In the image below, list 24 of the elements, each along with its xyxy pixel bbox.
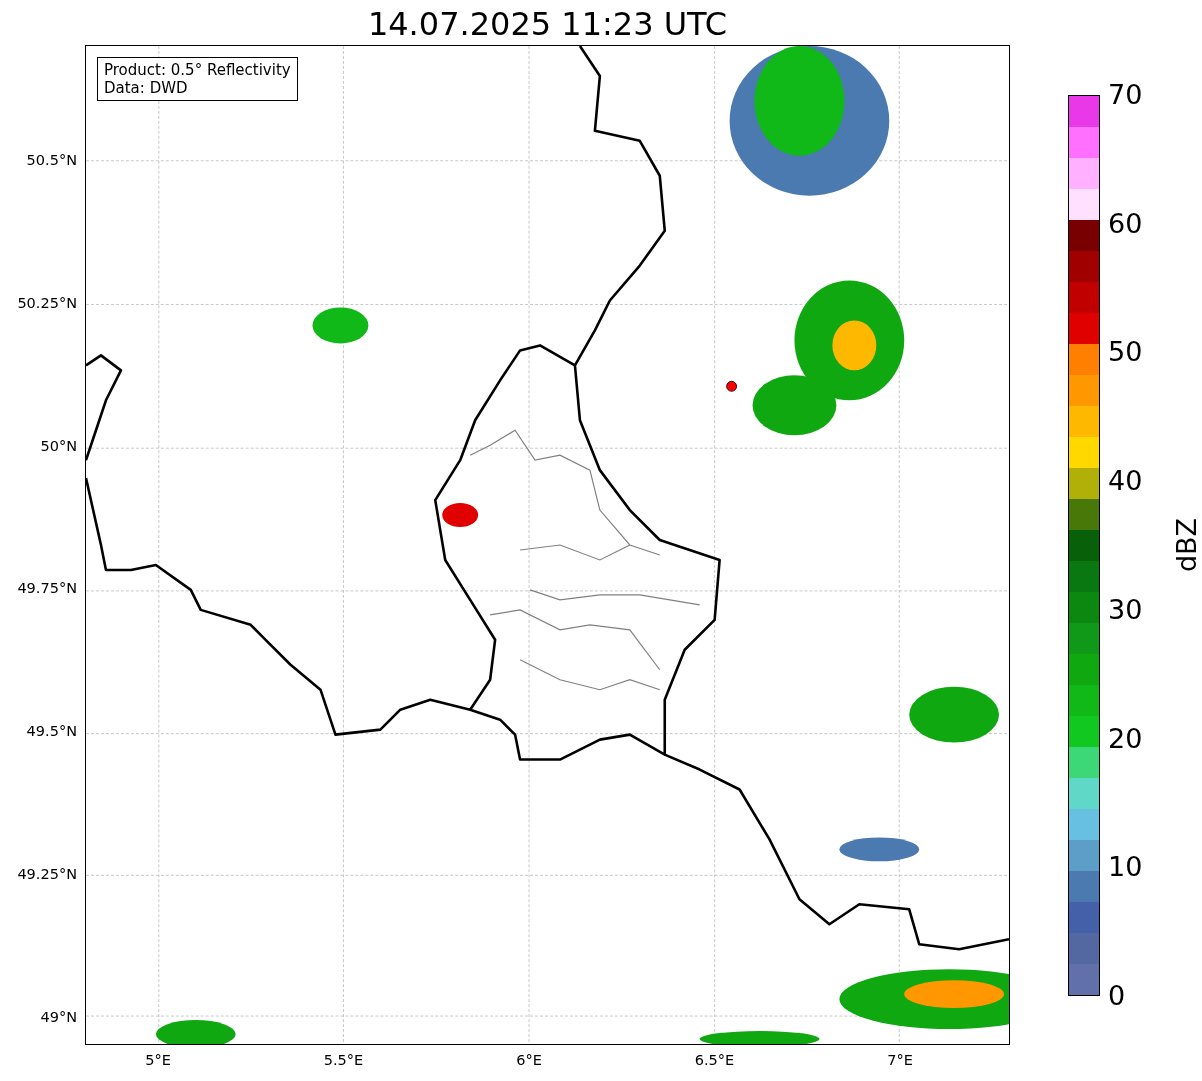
axis-tick-label: 50°N bbox=[40, 436, 77, 455]
axis-tick-label: 49°N bbox=[40, 1007, 77, 1026]
colorbar-tick-label: 70 bbox=[1108, 80, 1143, 110]
axis-tick-label: 50.25°N bbox=[17, 293, 77, 312]
chart-title: 14.07.2025 11:23 UTC bbox=[366, 4, 729, 44]
colorbar-tick-label: 30 bbox=[1108, 594, 1143, 625]
colorbar-tick-label: 60 bbox=[1108, 208, 1143, 239]
colorbar-tick-label: 20 bbox=[1108, 723, 1143, 754]
legend-text: Data: DWD bbox=[104, 79, 189, 97]
axis-tick-label: 6°E bbox=[516, 1051, 542, 1069]
colorbar-tick-label: 40 bbox=[1108, 466, 1143, 497]
axis-tick-label: 50.5°N bbox=[26, 151, 77, 169]
axis-tick-label: 5.5°E bbox=[323, 1051, 364, 1069]
axis-tick-label: 49.25°N bbox=[17, 865, 77, 883]
axis-tick-label: 49.5°N bbox=[26, 722, 77, 741]
axis-tick-label: 5°E bbox=[145, 1051, 171, 1069]
colorbar-tick-label: 0 bbox=[1108, 981, 1126, 1011]
colorbar-label: dBZ bbox=[1172, 517, 1202, 573]
legend-text: Product: 0.5° Reflectivity bbox=[104, 61, 291, 79]
colorbar-tick-label: 50 bbox=[1108, 337, 1143, 368]
axis-tick-label: 7°E bbox=[887, 1051, 913, 1069]
axis-tick-label: 6.5°E bbox=[694, 1051, 735, 1069]
colorbar-tick-label: 10 bbox=[1108, 852, 1143, 883]
axis-tick-label: 49.75°N bbox=[17, 579, 77, 598]
